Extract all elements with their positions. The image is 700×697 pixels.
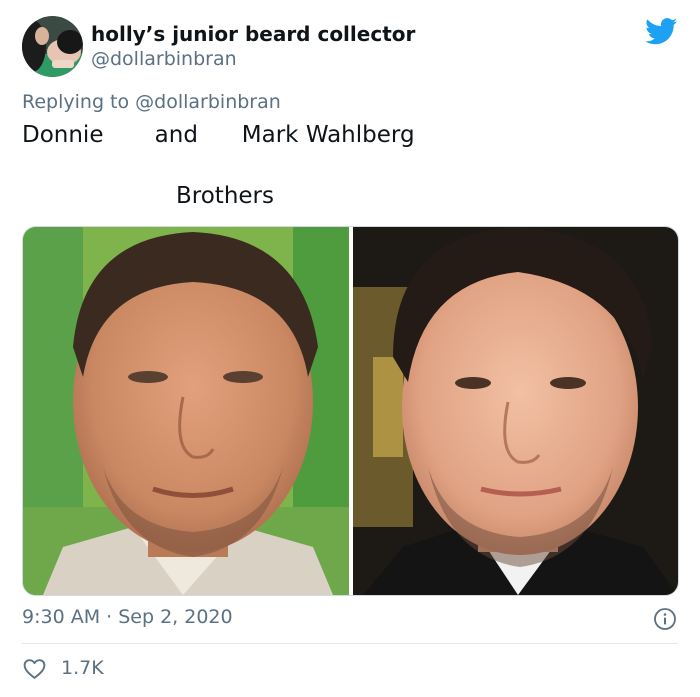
divider — [22, 643, 678, 644]
tweet-card: holly’s junior beard collector @dollarbi… — [0, 0, 700, 697]
photo-right[interactable] — [353, 227, 678, 595]
info-icon[interactable] — [653, 607, 677, 631]
tweet-text-line-2: Brothers — [176, 183, 274, 209]
display-name[interactable]: holly’s junior beard collector — [91, 22, 415, 46]
tweet-text-line-1: Donnie and Mark Wahlberg — [22, 122, 415, 148]
heart-icon[interactable] — [22, 656, 47, 681]
avatar[interactable] — [22, 16, 83, 77]
like-count[interactable]: 1.7K — [61, 656, 104, 680]
replying-to-label: Replying to — [22, 91, 136, 113]
twitter-bird-icon[interactable] — [645, 18, 678, 45]
media-grid — [22, 226, 679, 596]
user-handle[interactable]: @dollarbinbran — [91, 47, 237, 71]
replying-to: Replying to @dollarbinbran — [22, 90, 281, 114]
photo-left[interactable] — [23, 227, 349, 595]
tweet-timestamp[interactable]: 9:30 AM · Sep 2, 2020 — [22, 605, 233, 629]
replying-to-handle-link[interactable]: @dollarbinbran — [135, 91, 281, 113]
